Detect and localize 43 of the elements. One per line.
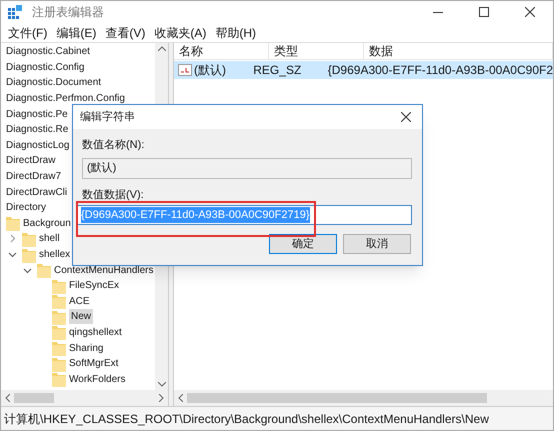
tree-item[interactable]: Diagnostic.Re — [6, 122, 68, 138]
tree-item[interactable]: DiagnosticLog — [6, 138, 70, 153]
menu-item[interactable]: 文件(F) — [4, 24, 52, 42]
column-header[interactable]: 名称 — [174, 43, 269, 59]
tree-item[interactable]: shellex — [39, 247, 70, 262]
value-data-text: {D969A300-E7FF-11d0-A93B-00A0C90F2719} — [81, 207, 310, 223]
tree-item[interactable]: Diagnostic.Pe — [6, 106, 68, 122]
menu-item[interactable]: 编辑(E) — [52, 24, 100, 42]
tree-item[interactable]: shell — [39, 231, 60, 246]
tree-item[interactable]: ACE — [69, 294, 90, 309]
window-title: 注册表编辑器 — [32, 4, 104, 21]
tree-item[interactable]: New — [69, 309, 94, 324]
tree-item[interactable]: ContextMenuHandlers — [54, 262, 154, 278]
value-type: REG_SZ — [252, 62, 302, 79]
field-label: 数值数据(V): — [82, 188, 144, 203]
tree-item[interactable]: DirectDrawCli — [6, 184, 68, 200]
tree-item[interactable]: Sharing — [69, 340, 104, 356]
tree-item[interactable]: FileSyncEx — [69, 278, 120, 294]
value-name: (默认) — [194, 62, 226, 79]
column-header[interactable]: 数据 — [364, 43, 553, 59]
dialog-title: 编辑字符串 — [80, 110, 135, 125]
dialog-button[interactable]: 确定 — [269, 234, 337, 254]
column-header[interactable]: 类型 — [269, 43, 364, 59]
tree-item[interactable]: WorkFolders — [69, 372, 126, 387]
menu-item[interactable]: 收藏夹(A) — [150, 24, 210, 42]
tree-item[interactable]: Diagnostic.Perfmon.Config — [6, 91, 125, 106]
tree-item[interactable]: Diagnostic.Config — [6, 60, 84, 75]
menu-item[interactable]: 帮助(H) — [211, 24, 260, 42]
tree-item[interactable]: Diagnostic.Document — [6, 75, 102, 90]
menu-item[interactable]: 查看(V) — [101, 24, 150, 42]
value-row[interactable]: (默认) REG_SZ {D969A300-E7FF-11d0-A93B-00A0C90F2 — [174, 61, 553, 79]
tree-item[interactable]: DirectDraw — [6, 153, 56, 168]
field-label: 数值名称(N): — [82, 138, 144, 153]
dialog-button[interactable]: 取消 — [343, 234, 411, 254]
tree-item[interactable]: SoftMgrExt — [69, 356, 118, 372]
tree-item[interactable]: qingshellext — [69, 324, 122, 340]
tree-item[interactable]: DirectDraw7 — [6, 169, 62, 184]
tree-item[interactable]: Directory — [6, 200, 46, 216]
status-bar: 计算机\HKEY_CLASSES_ROOT\Directory\Background\shellex\ContextMenuHandlers\New — [1, 406, 553, 430]
tree-item[interactable]: Backgroun — [23, 216, 71, 231]
value-data: {D969A300-E7FF-11d0-A93B-00A0C90F2 — [326, 62, 553, 79]
value-name-field: (默认) — [82, 158, 412, 179]
tree-item[interactable]: Diagnostic.Cabinet — [6, 44, 90, 60]
